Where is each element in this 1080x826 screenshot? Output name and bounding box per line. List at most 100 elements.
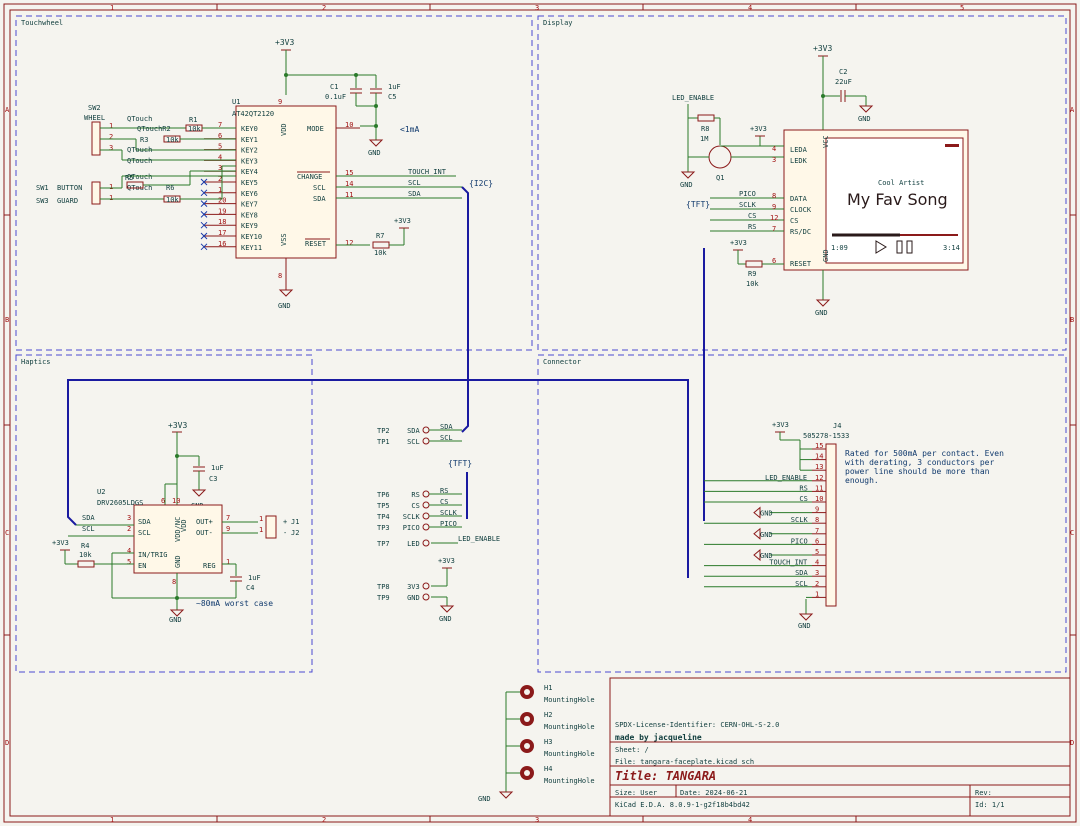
r9-value: 10k [746, 280, 759, 288]
u2-gnd-net: GND [169, 616, 182, 624]
sw1-value: BUTTON [57, 184, 82, 192]
j4-pin-num-14: 1 [815, 590, 819, 598]
u2-vdd-pin: VDD [180, 519, 188, 532]
section-haptics-title: Haptics [21, 358, 51, 366]
col-label-5: 5 [960, 4, 964, 12]
r9-ref: R9 [748, 270, 756, 278]
u2-pin3: 3 [127, 514, 131, 522]
j4-gnd: GND [798, 622, 811, 630]
u1-scl-pin: SCL [313, 184, 326, 192]
u2-outm-pin: OUT- [196, 529, 213, 537]
tb-kicad: KiCad E.D.A. 8.0.9-1-g2f18b4bd42 [615, 801, 750, 809]
u2-part: DRV2605LDGS [97, 499, 143, 507]
r7-power: +3V3 [394, 217, 411, 225]
tb-author: made by jacqueline [615, 732, 702, 742]
u2-pin10: 10 [172, 497, 180, 505]
j4-pin-num-6: 9 [815, 506, 819, 514]
r4-value: 10k [79, 551, 92, 559]
testpoint-pad-4[interactable] [422, 512, 430, 520]
display-pin-cs: CS [790, 217, 798, 225]
testpoint-net-2: RS [440, 487, 448, 495]
j4-connector [825, 443, 837, 607]
r8-value: 1M [700, 135, 708, 143]
testpoint-pad-6[interactable] [422, 539, 430, 547]
sclk-net: SCLK [739, 201, 757, 209]
row-label-c-r: C [1070, 529, 1074, 537]
tb-title: Title: TANGARA [615, 769, 716, 783]
testpoint-net-1: SCL [440, 434, 453, 442]
r7-value: 10k [374, 249, 387, 257]
j4-net-5: CS [799, 495, 807, 503]
col-label-2b: 2 [322, 816, 326, 824]
r9-power: +3V3 [730, 239, 747, 247]
scl-net-label: SCL [408, 179, 421, 187]
u1-key-label-3: KEY3 [241, 157, 258, 165]
testpoint-label-6: LED [407, 540, 420, 548]
u1-key-pin-11: 16 [218, 240, 226, 248]
testpoint-pad-1[interactable] [422, 437, 430, 445]
j4-net-8: GND [760, 531, 773, 539]
j4-net-4: RS [799, 484, 807, 492]
tp9-gnd: GND [439, 615, 452, 623]
j4-net-12: SDA [795, 569, 808, 577]
mounting-hole-name-3: MountingHole [544, 777, 595, 785]
j1-j2-connector [265, 515, 277, 539]
sw3-ref: SW3 [36, 197, 49, 205]
testpoint-pad-8[interactable] [422, 593, 430, 601]
testpoint-pad-7[interactable] [422, 582, 430, 590]
q1-transistor [708, 145, 732, 169]
touchwheel-block: +3V3 C1 0.1uF 1uF C5 GND <1mA U1 AT42QT2… [36, 38, 493, 310]
col-label-3b: 3 [535, 816, 539, 824]
testpoint-label-3: CS [411, 502, 419, 510]
testpoint-pad-0[interactable] [422, 426, 430, 434]
u1-change-pin: CHANGE [297, 173, 322, 181]
tp-tft-bus: {TFT} [448, 459, 472, 468]
testpoint-pad-3[interactable] [422, 501, 430, 509]
j2-pin: 1 [259, 526, 263, 534]
c1-value: 0.1uF [325, 93, 346, 101]
j4-pin-num-1: 14 [815, 453, 823, 461]
u2-scl-pin: SCL [138, 529, 151, 537]
current-note: <1mA [400, 125, 419, 134]
tb-file: File: tangara-faceplate.kicad_sch [615, 758, 754, 766]
testpoint-label-1: SCL [407, 438, 420, 446]
testpoint-ref-3: TP5 [377, 502, 390, 510]
i2c-bus-label: {I2C} [469, 179, 493, 188]
row-label-a: A [5, 106, 10, 114]
col-label-1b: 1 [110, 816, 114, 824]
u1-vss-pin: VSS [280, 233, 288, 246]
display-pin-ledk: LEDK [790, 157, 808, 165]
u1-key-label-4: KEY4 [241, 168, 258, 176]
j4-pin-num-7: 8 [815, 516, 819, 524]
j1-ref: J1 [291, 518, 299, 526]
r1-ref: R1 [189, 116, 197, 124]
j1-plus: + [283, 518, 287, 526]
testpoint-label-4: SCLK [403, 513, 421, 521]
display-pin-data: DATA [790, 195, 808, 203]
pico-net: PICO [739, 190, 756, 198]
holes-gnd: GND [478, 795, 491, 803]
mounting-hole-name-2: MountingHole [544, 750, 595, 758]
r4-ref: R4 [81, 542, 89, 550]
u1-key-label-0: KEY0 [241, 125, 258, 133]
testpoints-block: TP2 SDA SDA TP1 SCL SCL TP6 RS RS TP5 CS CS TP4 SCLK S… [377, 423, 462, 602]
screen-artist: Cool Artist [878, 179, 924, 187]
tb-sheet: Sheet: / [615, 746, 649, 754]
u1-key-label-11: KEY11 [241, 244, 262, 252]
j4-part: 505278-1533 [803, 432, 849, 440]
sw3-value: GUARD [57, 197, 78, 205]
schematic-canvas: 1 2 3 4 5 1 2 3 4 A B C D A B C D Touchw… [3, 3, 1077, 824]
sw2-connector [91, 121, 101, 156]
tb-size: Size: User [615, 789, 657, 797]
j4-pin-num-10: 5 [815, 548, 819, 556]
qtouch-r2: QTouchR2 [137, 125, 171, 133]
disp-pin-9: 9 [772, 203, 776, 211]
u2-pin1: 1 [226, 558, 230, 566]
j4-pin-num-11: 4 [815, 559, 819, 567]
c4-value: 1uF [248, 574, 261, 582]
j4-pin-num-13: 2 [815, 580, 819, 588]
testpoint-pad-5[interactable] [422, 523, 430, 531]
sw3-pin: 1 [109, 194, 113, 202]
testpoint-pad-2[interactable] [422, 490, 430, 498]
u1-key-label-2: KEY2 [241, 147, 258, 155]
